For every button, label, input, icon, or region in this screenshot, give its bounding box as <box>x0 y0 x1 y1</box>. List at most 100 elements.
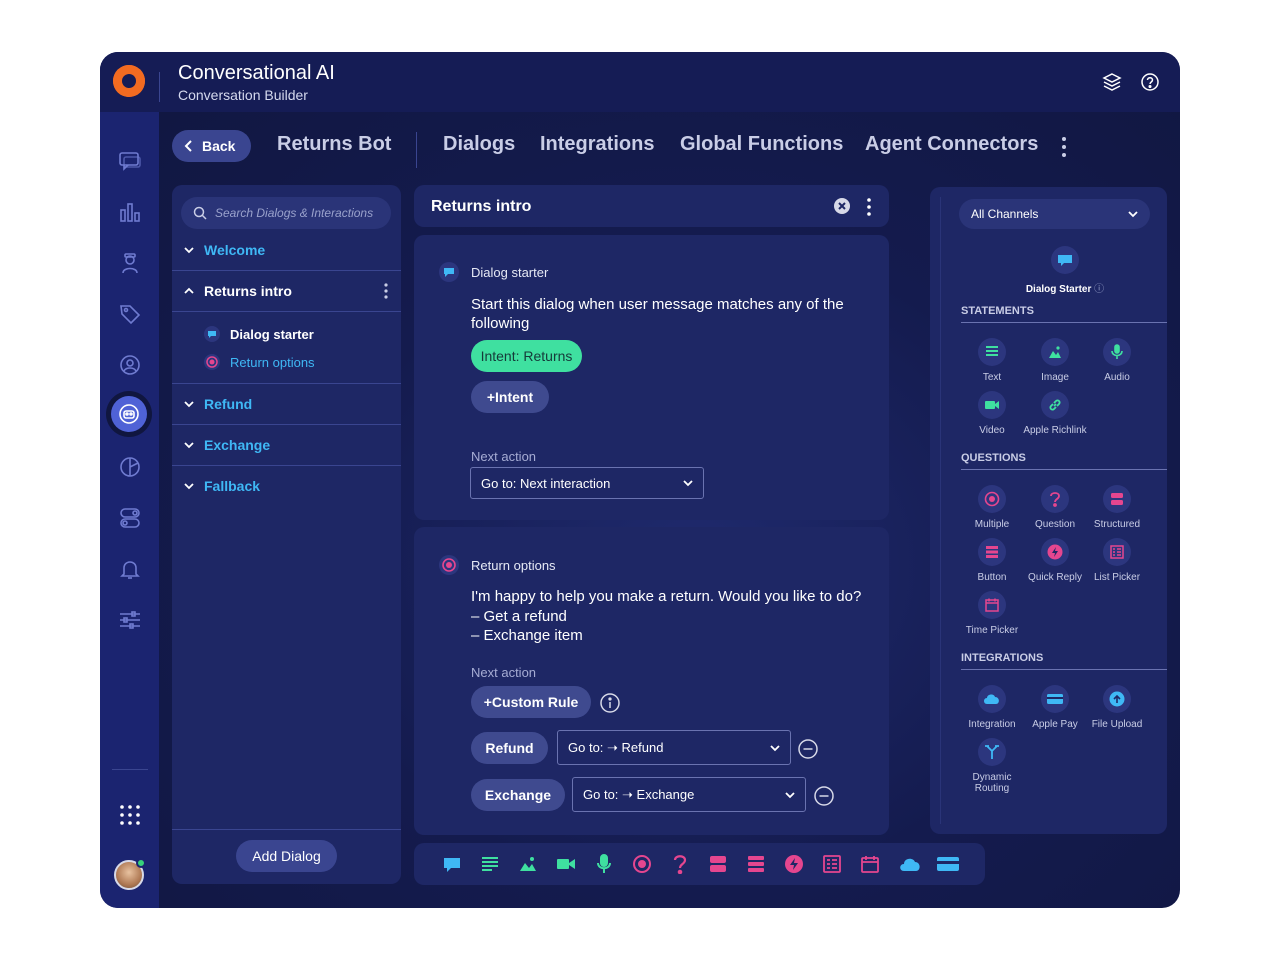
text-tool-icon[interactable] <box>479 853 501 875</box>
button-tool-icon[interactable] <box>745 853 767 875</box>
palette-apple-richlink[interactable]: Apple Richlink <box>1020 391 1090 436</box>
dialog-starter-icon <box>204 326 220 342</box>
layers-icon[interactable] <box>1102 72 1122 97</box>
palette-time-picker[interactable]: Time Picker <box>957 591 1027 636</box>
quick-reply-icon <box>1041 538 1069 566</box>
palette-structured[interactable]: Structured <box>1082 485 1152 530</box>
dialog-starter-tool-icon[interactable] <box>441 853 463 875</box>
tab-agent-connectors[interactable]: Agent Connectors <box>865 133 1038 156</box>
analytics-icon[interactable] <box>117 199 143 225</box>
dialog-item-refund[interactable]: Refund <box>172 384 401 424</box>
link-icon <box>1041 391 1069 419</box>
dialog-item-exchange[interactable]: Exchange <box>172 425 401 465</box>
palette-video[interactable]: Video <box>957 391 1027 436</box>
audio-tool-icon[interactable] <box>593 853 615 875</box>
chevron-left-icon <box>184 140 192 152</box>
dialog-starter-icon <box>439 262 459 287</box>
question-tool-icon[interactable] <box>669 853 691 875</box>
palette-button[interactable]: Button <box>957 538 1027 583</box>
card-text-line-1: I'm happy to help you make a return. Wou… <box>471 588 862 605</box>
tag-icon[interactable] <box>117 301 143 327</box>
structured-icon <box>1103 485 1131 513</box>
section-integrations: INTEGRATIONS <box>961 652 1044 664</box>
section-questions: QUESTIONS <box>961 452 1026 464</box>
integration-tool-icon[interactable] <box>897 853 923 875</box>
rule-chip-refund[interactable]: Refund <box>471 732 548 764</box>
sliders-icon[interactable] <box>117 607 143 633</box>
add-intent-button[interactable]: +Intent <box>471 381 549 413</box>
dialog-header: Returns intro <box>414 185 889 227</box>
agent-icon[interactable] <box>117 250 143 276</box>
dialog-more-icon[interactable] <box>384 283 388 304</box>
tab-integrations[interactable]: Integrations <box>540 133 654 156</box>
interaction-return-options[interactable]: Return options <box>204 349 315 375</box>
palette-image[interactable]: Image <box>1020 338 1090 383</box>
bot-name[interactable]: Returns Bot <box>277 133 391 156</box>
video-icon <box>978 391 1006 419</box>
brand-logo <box>113 65 145 97</box>
chevron-up-icon <box>184 287 194 294</box>
palette-dialog-starter[interactable]: Dialog Starter ⓘ <box>1020 246 1110 295</box>
apple-pay-tool-icon[interactable] <box>935 853 961 875</box>
palette-question[interactable]: Question <box>1020 485 1090 530</box>
toggle-icon[interactable] <box>117 505 143 531</box>
palette-list-picker[interactable]: List Picker <box>1082 538 1152 583</box>
channel-select[interactable]: All Channels <box>959 199 1150 229</box>
more-menu-icon[interactable] <box>1061 136 1067 163</box>
tab-global-functions[interactable]: Global Functions <box>680 133 843 156</box>
dialog-item-fallback[interactable]: Fallback <box>172 466 401 506</box>
back-button[interactable]: Back <box>172 130 251 162</box>
interaction-dialog-starter[interactable]: Dialog starter <box>204 321 314 347</box>
header: Conversational AI Conversation Builder <box>159 52 1180 112</box>
quick-reply-tool-icon[interactable] <box>783 853 805 875</box>
close-dialog-icon[interactable] <box>834 198 850 219</box>
dialog-item-welcome[interactable]: Welcome <box>172 230 401 270</box>
rule-target-select-refund[interactable]: Go to: ➝ Refund <box>557 730 791 765</box>
segments-icon[interactable] <box>117 454 143 480</box>
palette-dynamic-routing[interactable]: Dynamic Routing <box>957 738 1027 794</box>
dialog-more-icon[interactable] <box>867 198 871 221</box>
add-custom-rule-button[interactable]: +Custom Rule <box>471 686 591 718</box>
remove-rule-icon[interactable] <box>814 786 834 811</box>
search-input[interactable]: Search Dialogs & Interactions <box>181 197 391 229</box>
rule-target-select-exchange[interactable]: Go to: ➝ Exchange <box>572 777 806 812</box>
list-picker-tool-icon[interactable] <box>821 853 843 875</box>
palette-file-upload[interactable]: File Upload <box>1082 685 1152 730</box>
card-text-line-3: – Exchange item <box>471 627 583 644</box>
help-icon[interactable] <box>1140 72 1160 97</box>
search-icon <box>193 206 207 220</box>
intent-chip[interactable]: Intent: Returns <box>471 340 582 372</box>
rule-chip-exchange[interactable]: Exchange <box>471 779 565 811</box>
info-icon[interactable] <box>600 693 620 718</box>
structured-tool-icon[interactable] <box>707 853 729 875</box>
tab-dialogs[interactable]: Dialogs <box>443 133 515 156</box>
notifications-icon[interactable] <box>117 556 143 582</box>
chevron-down-icon <box>770 744 780 751</box>
add-dialog-button[interactable]: Add Dialog <box>236 840 337 872</box>
video-tool-icon[interactable] <box>555 853 577 875</box>
next-action-select[interactable]: Go to: Next interaction <box>470 467 704 499</box>
time-picker-tool-icon[interactable] <box>859 853 881 875</box>
info-icon[interactable]: ⓘ <box>1094 284 1104 295</box>
image-tool-icon[interactable] <box>517 853 539 875</box>
multiple-choice-tool-icon[interactable] <box>631 853 653 875</box>
apps-grid-icon[interactable] <box>117 802 143 828</box>
palette-audio[interactable]: Audio <box>1082 338 1152 383</box>
chat-icon[interactable] <box>117 148 143 174</box>
palette-integration[interactable]: Integration <box>957 685 1027 730</box>
palette-text[interactable]: Text <box>957 338 1027 383</box>
button-icon <box>978 538 1006 566</box>
bot-builder-icon[interactable] <box>111 396 147 432</box>
top-nav: Back Returns Bot Dialogs Integrations Gl… <box>159 112 1180 180</box>
dialog-title: Returns intro <box>431 198 532 215</box>
chevron-down-icon <box>184 483 194 490</box>
dialog-item-returns-intro[interactable]: Returns intro <box>172 271 401 311</box>
list-picker-icon <box>1103 538 1131 566</box>
palette-quick-reply[interactable]: Quick Reply <box>1020 538 1090 583</box>
dialog-starter-icon <box>1051 246 1079 274</box>
remove-rule-icon[interactable] <box>798 739 818 764</box>
credit-card-icon <box>1041 685 1069 713</box>
palette-apple-pay[interactable]: Apple Pay <box>1020 685 1090 730</box>
palette-multiple[interactable]: Multiple <box>957 485 1027 530</box>
user-icon[interactable] <box>117 352 143 378</box>
